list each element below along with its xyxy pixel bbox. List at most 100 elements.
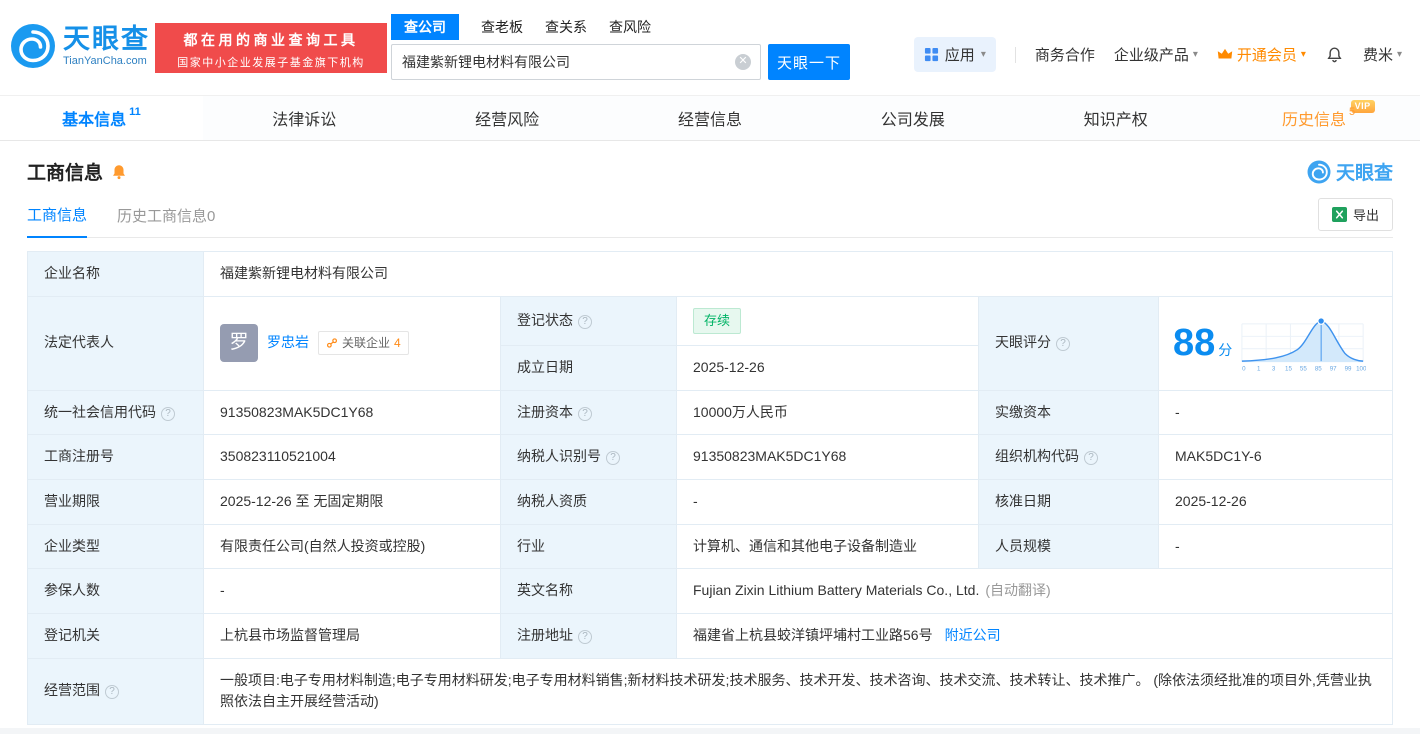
help-icon[interactable]: ? [1056,337,1070,352]
help-icon[interactable]: ? [161,406,175,421]
field-value-approval-date: 2025-12-26 [1158,478,1393,525]
field-value-business-term: 2025-12-26 至 无固定期限 [203,478,501,525]
subscribe-bell-icon[interactable] [110,163,128,181]
field-value-company-name: 福建紫新锂电材料有限公司 [203,251,1393,297]
svg-text:55: 55 [1300,366,1307,373]
chevron-down-icon: ▾ [1300,49,1306,60]
table-row: 经营范围? 一般项目:电子专用材料制造;电子专用材料研发;电子专用材料销售;新材… [27,657,1393,726]
help-icon[interactable]: ? [105,685,119,700]
field-value-staff-size: - [1158,523,1393,570]
open-vip-menu[interactable]: 开通会员 ▾ [1217,44,1306,65]
help-icon[interactable]: ? [606,451,620,466]
table-row: 企业类型 有限责任公司(自然人投资或控股) 行业 计算机、通信和其他电子设备制造… [27,523,1393,570]
link-icon [326,338,338,348]
score-number: 88 分 [1173,322,1233,365]
field-label-org-code: 组织机构代码? [978,434,1159,480]
tianyancha-logo[interactable]: 天眼查 TianYanCha.com [10,23,150,69]
search-tab-company[interactable]: 查公司 [391,14,459,40]
field-label-reg-authority: 登记机关 [27,612,204,659]
business-info-table: 企业名称 福建紫新锂电材料有限公司 法定代表人 罗 罗忠岩 关联企业 4 登记状… [27,251,1393,726]
tab-history-info[interactable]: VIP 历史信息 5 [1217,96,1420,140]
subtab-history-business-info[interactable]: 历史工商信息0 [117,205,215,237]
field-label-approval-date: 核准日期 [978,478,1159,525]
svg-text:3: 3 [1272,366,1276,373]
search-input[interactable] [392,54,760,70]
svg-text:85: 85 [1315,366,1322,373]
nearby-companies-link[interactable]: 附近公司 [945,627,1001,643]
crown-icon [1217,48,1233,59]
business-cooperation-link[interactable]: 商务合作 [1035,44,1095,65]
user-account-menu[interactable]: 费米 ▾ [1363,44,1402,65]
field-label-business-scope: 经营范围? [27,657,204,726]
table-row: 法定代表人 罗 罗忠岩 关联企业 4 登记状态? 存续 天眼评分? 88 分 0… [27,295,1393,391]
svg-text:97: 97 [1330,366,1337,373]
bell-icon [1327,47,1342,63]
main-content: 工商信息 天眼查 工商信息 历史工商信息0 导出 企业名称 福建紫新锂电材料有限… [0,141,1420,726]
search-tab-boss[interactable]: 查老板 [481,14,523,40]
tab-basic-info[interactable]: 基本信息 11 [0,96,203,140]
tab-operating-risk[interactable]: 经营风险 [406,96,609,140]
enterprise-products-menu[interactable]: 企业级产品 ▾ [1114,44,1198,65]
help-icon[interactable]: ? [1084,451,1098,466]
tab-count-badge: 5 [1349,106,1356,118]
svg-text:99: 99 [1345,366,1352,373]
field-label-credit-code: 统一社会信用代码? [27,389,204,436]
clear-search-icon[interactable]: ✕ [735,54,751,70]
field-value-score: 88 分 0 1 3 15 55 85 97 99 100 [1158,295,1393,391]
legal-rep-link[interactable]: 罗忠岩 [267,332,309,354]
logo-domain: TianYanCha.com [63,54,147,67]
field-label-reg-number: 工商注册号 [27,434,204,480]
search-tab-risk[interactable]: 查风险 [609,14,651,40]
field-label-taxpayer-quality: 纳税人资质 [500,478,677,525]
tab-count-badge: 11 [129,106,141,118]
field-value-english-name: Fujian Zixin Lithium Battery Materials C… [676,568,1393,614]
company-nav-tabs: 基本信息 11 法律诉讼 经营风险 经营信息 公司发展 知识产权 VIP 历史信… [0,95,1420,141]
help-icon[interactable]: ? [578,406,592,421]
field-value-reg-number: 350823110521004 [203,434,501,480]
field-value-taxpayer-id: 91350823MAK5DC1Y68 [676,434,979,480]
legal-rep-avatar[interactable]: 罗 [220,324,258,363]
section-header: 工商信息 天眼查 [27,158,1393,185]
field-label-legal-rep: 法定代表人 [27,295,204,391]
chevron-down-icon: ▾ [1396,49,1402,60]
notifications-button[interactable] [1325,45,1344,64]
table-row: 营业期限 2025-12-26 至 无固定期限 纳税人资质 - 核准日期 202… [27,478,1393,525]
field-label-insured-num: 参保人数 [27,568,204,614]
export-button[interactable]: 导出 [1317,198,1393,231]
table-row: 工商注册号 350823110521004 纳税人识别号? 91350823MA… [27,434,1393,480]
field-value-paid-capital: - [1158,389,1393,436]
svg-text:1: 1 [1257,366,1261,373]
tab-legal-proceedings[interactable]: 法律诉讼 [203,96,406,140]
promo-banner: 都在用的商业查询工具 国家中小企业发展子基金旗下机构 [155,23,387,73]
field-label-reg-capital: 注册资本? [500,389,677,436]
field-value-insured-num: - [203,568,501,614]
tab-intellectual-property[interactable]: 知识产权 [1014,96,1217,140]
table-row: 登记机关 上杭县市场监督管理局 注册地址? 福建省上杭县蛟洋镇坪埔村工业路56号… [27,612,1393,659]
logo-text: 天眼查 [63,24,150,55]
header: 天眼查 TianYanCha.com 都在用的商业查询工具 国家中小企业发展子基… [0,0,1420,95]
svg-text:0: 0 [1242,366,1246,373]
promo-line-1: 都在用的商业查询工具 [183,32,359,48]
apps-menu[interactable]: 应用 ▾ [913,37,996,72]
tab-company-development[interactable]: 公司发展 [811,96,1014,140]
field-value-legal-rep: 罗 罗忠岩 关联企业 4 [203,295,501,391]
subtab-business-info[interactable]: 工商信息 [27,204,88,238]
field-label-reg-status: 登记状态? [500,295,677,346]
tab-operating-info[interactable]: 经营信息 [609,96,812,140]
field-value-taxpayer-quality: - [676,478,979,525]
section-title: 工商信息 [27,158,128,185]
help-icon[interactable]: ? [578,314,592,329]
field-label-paid-capital: 实缴资本 [978,389,1159,436]
subtab-row: 工商信息 历史工商信息0 导出 [27,198,1393,238]
table-row: 企业名称 福建紫新锂电材料有限公司 [27,251,1393,297]
related-companies-count: 4 [394,335,401,350]
search-tabs: 查公司 查老板 查关系 查风险 [391,14,850,40]
page-bottom-gap [0,728,1420,734]
header-right-menu: 应用 ▾ 商务合作 企业级产品 ▾ 开通会员 ▾ 费米 ▾ [913,37,1402,72]
related-companies-tag[interactable]: 关联企业 4 [318,330,409,356]
score-unit: 分 [1218,342,1233,359]
search-tab-relation[interactable]: 查关系 [545,14,587,40]
search-button[interactable]: 天眼一下 [768,44,850,80]
help-icon[interactable]: ? [578,629,592,644]
field-value-org-code: MAK5DC1Y-6 [1158,434,1393,480]
